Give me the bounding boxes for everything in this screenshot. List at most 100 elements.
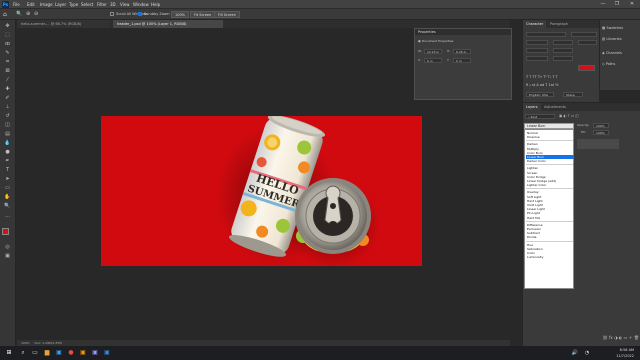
foreground-color-swatch[interactable] xyxy=(2,228,9,235)
menu-window[interactable]: Window xyxy=(133,1,149,8)
brush-tool-icon[interactable]: ✐ xyxy=(3,95,12,102)
file-explorer-icon[interactable]: ▆ xyxy=(42,348,52,358)
path-select-tool-icon[interactable]: ➤ xyxy=(3,176,12,183)
x-field[interactable]: 0 in xyxy=(424,58,442,63)
blend-mode-option[interactable]: Lighter Color xyxy=(526,183,574,187)
fill-field[interactable]: 100% xyxy=(593,130,609,135)
tab-adjustments[interactable]: Adjustments xyxy=(541,103,569,111)
crop-tool-icon[interactable]: ⌗ xyxy=(3,59,12,66)
task-view-icon[interactable]: ▭ xyxy=(30,348,40,358)
history-brush-tool-icon[interactable]: ↺ xyxy=(3,113,12,120)
blend-mode-option[interactable]: Hard Mix xyxy=(526,216,574,220)
premiere-taskbar-icon[interactable]: ▣ xyxy=(90,348,100,358)
eyedropper-tool-icon[interactable]: ⁄ xyxy=(3,77,12,84)
clock[interactable]: 8:58 AM 11/7/2022 xyxy=(596,347,634,359)
lasso-tool-icon[interactable]: ꝏ xyxy=(3,41,12,48)
zoom-in-icon[interactable]: ⊕ xyxy=(26,11,30,18)
layers-footer-icons[interactable]: ⛓ fx ◑ ◐ ▭ ＋ 🗑 xyxy=(525,335,639,343)
gradient-tool-icon[interactable]: ▤ xyxy=(3,131,12,138)
language-field[interactable]: English: USA xyxy=(526,92,554,97)
blend-mode-option[interactable]: Luminosity xyxy=(526,255,574,259)
volume-icon[interactable]: 🔊 xyxy=(570,348,580,358)
move-tool-icon[interactable]: ✥ xyxy=(3,23,12,30)
scrubby-zoom-checkbox[interactable]: Scrubby Zoom xyxy=(138,11,170,18)
menu-layer[interactable]: Layer xyxy=(55,1,66,8)
tracking-field[interactable] xyxy=(578,40,597,45)
baseline-shift-field[interactable] xyxy=(553,56,573,61)
zoom-100-button[interactable]: 100% xyxy=(171,11,190,18)
quick-select-tool-icon[interactable]: ✎ xyxy=(3,50,12,57)
opentype-buttons[interactable]: fi ℴ st A ad T 1st ½ xyxy=(526,83,559,87)
more-tools-icon[interactable]: … xyxy=(3,213,12,220)
screen-mode-icon[interactable]: ▣ xyxy=(3,253,12,260)
dodge-tool-icon[interactable]: ● xyxy=(3,149,12,156)
healing-tool-icon[interactable]: ✚ xyxy=(3,86,12,93)
clone-stamp-tool-icon[interactable]: ⊥ xyxy=(3,104,12,111)
restore-button[interactable]: ❐ xyxy=(610,0,624,9)
zoom-tool-icon[interactable]: 🔍 xyxy=(16,11,22,18)
photoshop-logo[interactable]: Ps xyxy=(2,1,9,8)
tab-layers[interactable]: Layers xyxy=(523,103,541,111)
text-style-buttons[interactable]: T T TT Tт T¹ T₁ T T xyxy=(526,75,558,79)
pen-tool-icon[interactable]: ✒ xyxy=(3,158,12,165)
zoom-out-icon[interactable]: ⊖ xyxy=(34,11,38,18)
vertical-scale-field[interactable] xyxy=(553,48,573,53)
width-field[interactable]: 12.23 in xyxy=(424,49,442,54)
antialias-field[interactable]: Sharp xyxy=(563,92,583,97)
windows-start-icon[interactable]: ⊞ xyxy=(4,348,14,358)
kerning-field[interactable] xyxy=(526,48,548,53)
font-size-field[interactable] xyxy=(571,32,597,37)
frame-tool-icon[interactable]: ⊠ xyxy=(3,68,12,75)
height-field[interactable]: 6.26 in xyxy=(453,49,471,54)
fit-screen-button[interactable]: Fit Screen xyxy=(190,11,216,18)
menu-filter[interactable]: Filter xyxy=(97,1,107,8)
font-family-field[interactable] xyxy=(526,32,566,37)
menu-edit[interactable]: Edit xyxy=(27,1,35,8)
marquee-tool-icon[interactable]: ⬚ xyxy=(3,32,12,39)
menu-view[interactable]: View xyxy=(120,1,130,8)
paths-panel-button[interactable]: ◇ Paths xyxy=(602,59,640,69)
horizontal-scale-field[interactable] xyxy=(526,56,548,61)
blend-mode-option[interactable]: Dissolve xyxy=(526,135,574,139)
browser-taskbar-icon[interactable]: ● xyxy=(66,348,76,358)
fill-screen-button[interactable]: Fill Screen xyxy=(214,11,240,18)
illustrator-taskbar-icon[interactable]: ▣ xyxy=(78,348,88,358)
eraser-tool-icon[interactable]: ◫ xyxy=(3,122,12,129)
libraries-panel-button[interactable]: ▥ Libraries xyxy=(602,34,640,44)
text-color-swatch[interactable] xyxy=(578,65,595,71)
shape-tool-icon[interactable]: ▭ xyxy=(3,185,12,192)
tab-document-2[interactable]: header_1.psd @ 100% (Layer 1, RGB/8) xyxy=(113,20,223,28)
layer-filter-kind[interactable]: ⌕ Kind xyxy=(525,114,555,119)
network-icon[interactable]: ◔ xyxy=(582,348,592,358)
app-taskbar-icon[interactable]: ▣ xyxy=(102,348,112,358)
font-style-field[interactable] xyxy=(526,40,548,45)
type-tool-icon[interactable]: T xyxy=(3,167,12,174)
blend-mode-option[interactable]: Darker Color xyxy=(526,159,574,163)
document-canvas[interactable]: HELLO SUMMER xyxy=(101,116,422,266)
quick-mask-icon[interactable]: ◎ xyxy=(3,244,12,251)
photoshop-taskbar-icon[interactable]: ▣ xyxy=(54,348,64,358)
menu-type[interactable]: Type xyxy=(69,1,78,8)
zoom-tool-sidebar-icon[interactable]: 🔍 xyxy=(3,203,12,210)
menu-help[interactable]: Help xyxy=(151,1,160,8)
tab-paragraph[interactable]: Paragraph xyxy=(547,20,571,28)
opacity-field[interactable]: 100% xyxy=(593,123,609,128)
swatches-panel-button[interactable]: ▦ Swatches xyxy=(602,23,640,33)
close-button[interactable]: ✕ xyxy=(625,0,639,9)
tab-document-1[interactable]: hello-summer-... @ 66.7% (RGB/8) xyxy=(17,20,109,28)
menu-select[interactable]: Select xyxy=(81,1,93,8)
channels-panel-button[interactable]: ◈ Channels xyxy=(602,48,640,58)
home-icon[interactable]: ⌂ xyxy=(3,11,7,18)
y-field[interactable]: 0 in xyxy=(453,58,471,63)
layer-row-selected[interactable] xyxy=(577,139,619,149)
hand-tool-icon[interactable]: ✋ xyxy=(3,194,12,201)
menu-3d[interactable]: 3D xyxy=(110,1,116,8)
layer-filter-icons[interactable]: ▣ ◐ T ▭ ◫ xyxy=(559,114,579,118)
blend-mode-option[interactable]: Divide xyxy=(526,235,574,239)
minimize-button[interactable]: — xyxy=(596,0,610,9)
menu-file[interactable]: File xyxy=(13,1,20,8)
search-taskbar-icon[interactable]: ⌕ xyxy=(18,348,28,358)
leading-field[interactable] xyxy=(553,40,573,45)
menu-image[interactable]: Image xyxy=(40,1,53,8)
tab-character[interactable]: Character xyxy=(523,20,547,28)
